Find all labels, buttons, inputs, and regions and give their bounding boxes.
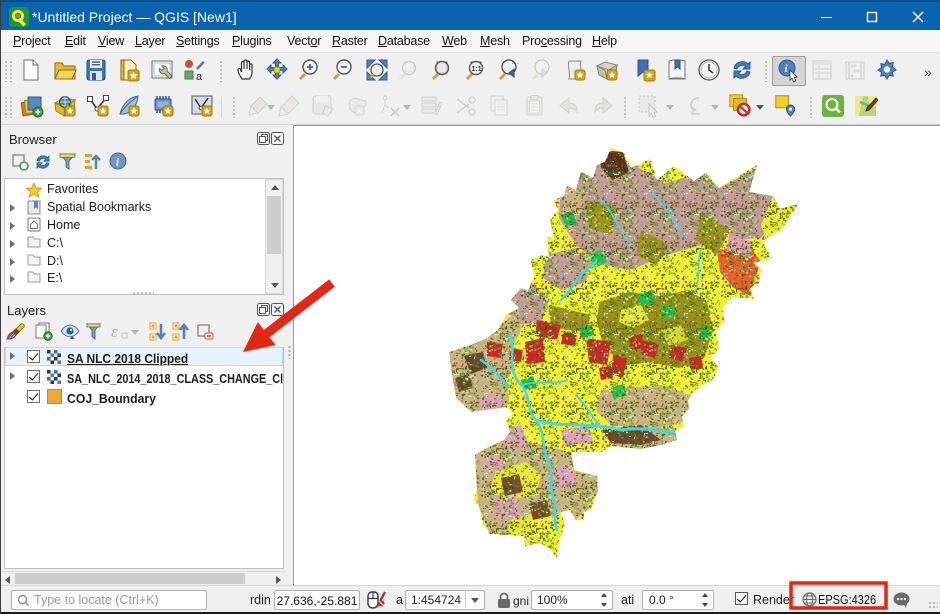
svg-text:1:1: 1:1 [472, 66, 482, 73]
svg-text:a: a [196, 71, 203, 82]
